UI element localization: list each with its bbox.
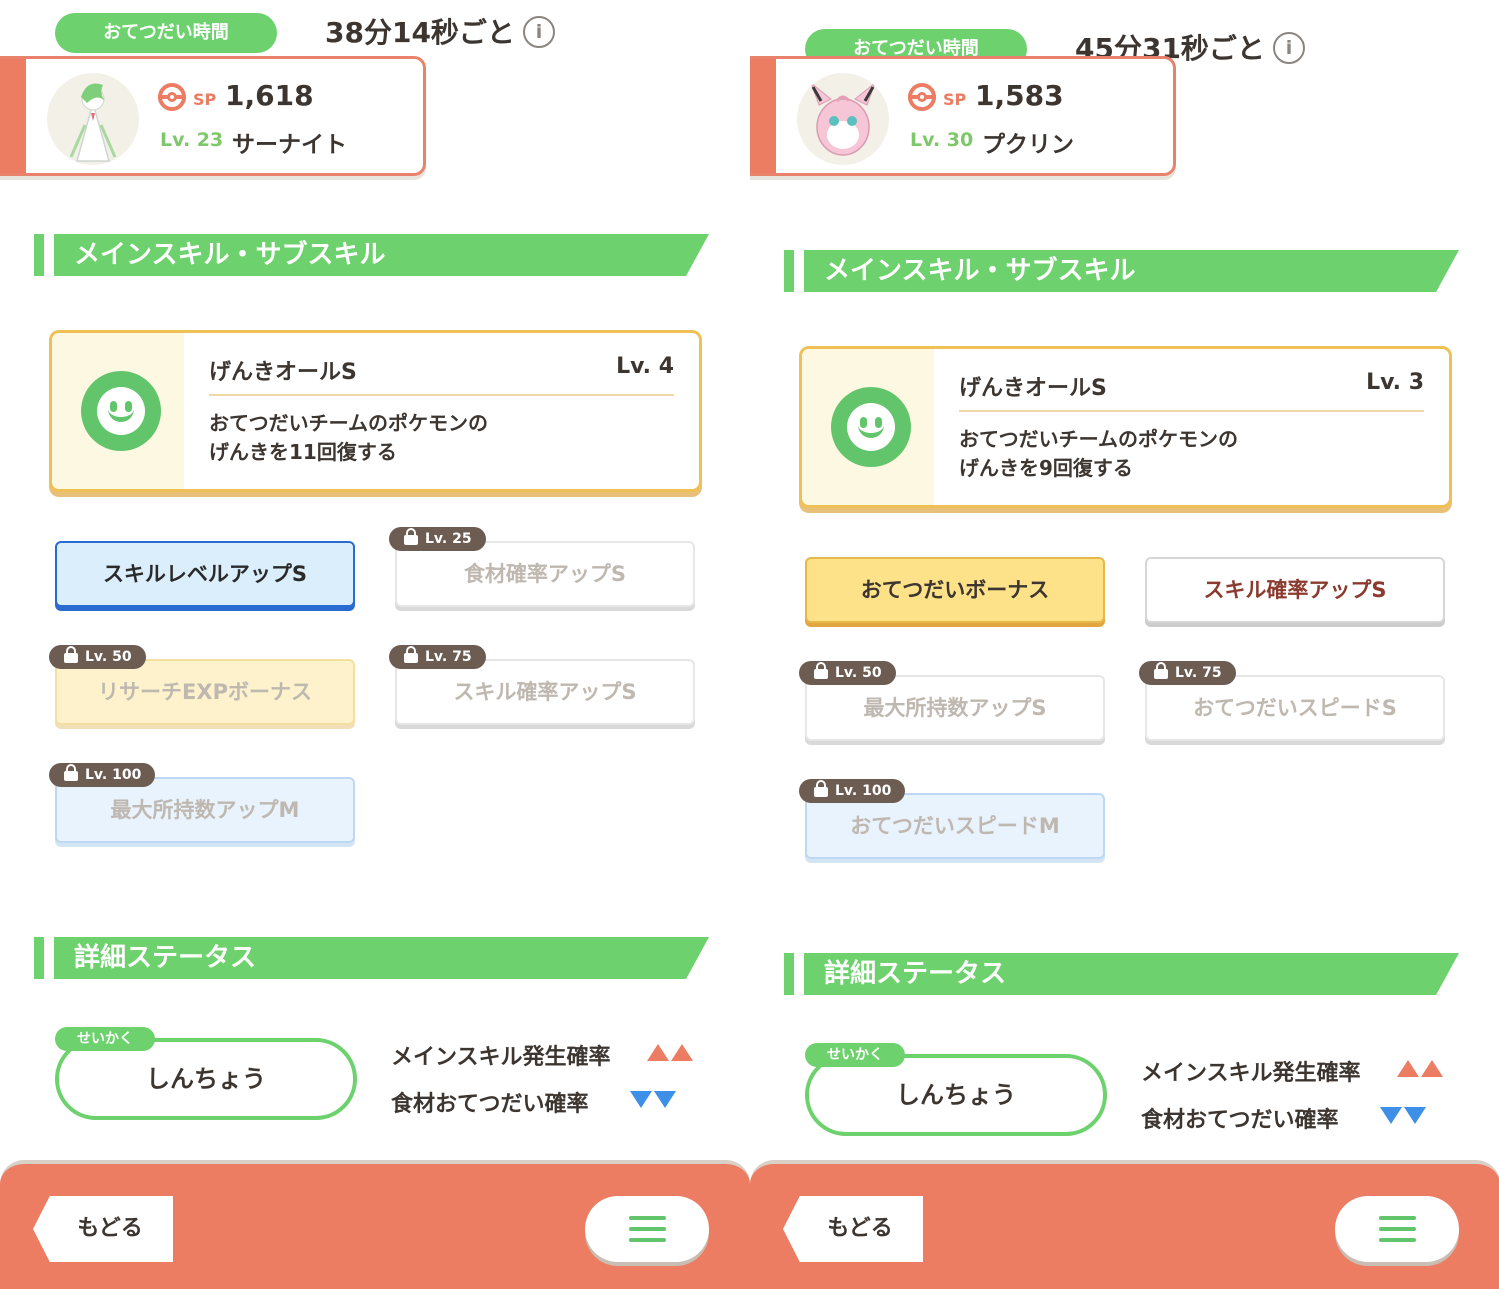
- stat-down-label: 食材おてつだい確率: [1141, 1108, 1339, 1133]
- section-title-status: 詳細ステータス: [54, 937, 709, 979]
- skill-icon-area: [52, 333, 184, 489]
- info-icon[interactable]: i: [1273, 32, 1305, 64]
- lock-badge: Lv. 25: [389, 527, 486, 551]
- lock-icon: [64, 646, 78, 663]
- pokemon-avatar: [47, 73, 139, 165]
- lock-icon: [404, 528, 418, 545]
- lock-badge: Lv. 50: [799, 661, 896, 685]
- section-title-skills: メインスキル・サブスキル: [804, 250, 1459, 292]
- subskill-button[interactable]: スキルレベルアップS: [55, 541, 355, 607]
- lock-badge: Lv. 100: [49, 763, 156, 787]
- nature-tag: せいかく: [805, 1043, 905, 1067]
- section-marker: [784, 250, 794, 292]
- lock-level: Lv. 50: [85, 649, 132, 665]
- lock-badge: Lv. 75: [1139, 661, 1236, 685]
- sp-label: SP: [193, 90, 217, 109]
- back-button[interactable]: もどる: [33, 1196, 173, 1262]
- triangle-down-icon: [630, 1091, 652, 1108]
- menu-button[interactable]: [585, 1196, 709, 1262]
- pokemon-card[interactable]: SP 1,618 Lv. 23 サーナイト: [0, 56, 426, 176]
- divider: [209, 394, 674, 396]
- stat-up-label: メインスキル発生確率: [391, 1045, 611, 1070]
- main-skill-desc-line2: げんきを9回復する: [959, 456, 1133, 480]
- smile-icon: [81, 371, 161, 451]
- lock-icon: [404, 646, 418, 663]
- nature-tag: せいかく: [55, 1027, 155, 1051]
- sp-value: 1,583: [975, 79, 1064, 112]
- triangle-down-icon: [1404, 1107, 1426, 1124]
- sp-ball-icon: [908, 83, 936, 111]
- triangle-down-icon: [1380, 1107, 1402, 1124]
- main-skill-desc-line2: げんきを11回復する: [209, 440, 397, 464]
- main-skill-name: げんきオールS: [959, 376, 1107, 401]
- back-button[interactable]: もどる: [783, 1196, 923, 1262]
- main-skill-card[interactable]: げんきオールS Lv. 4 おてつだいチームのポケモンの げんきを11回復する: [49, 330, 702, 492]
- triangle-up-icon: [647, 1044, 669, 1061]
- help-time-value: 38分14秒ごと: [325, 16, 515, 49]
- pokemon-level: Lv. 30: [910, 129, 974, 151]
- lock-level: Lv. 100: [835, 783, 892, 799]
- section-marker: [34, 937, 44, 979]
- card-stripe: [750, 59, 776, 173]
- lock-level: Lv. 75: [425, 649, 472, 665]
- info-icon[interactable]: i: [523, 16, 555, 48]
- sp-ball-icon: [158, 83, 186, 111]
- sp-label: SP: [943, 90, 967, 109]
- section-marker: [784, 953, 794, 995]
- triangle-up-icon: [1397, 1060, 1419, 1077]
- main-skill-level: Lv. 4: [616, 354, 674, 379]
- gardevoir-sprite-icon: [69, 83, 117, 162]
- triangle-down-icon: [654, 1091, 676, 1108]
- main-skill-level: Lv. 3: [1366, 370, 1424, 395]
- section-title-status: 詳細ステータス: [804, 953, 1459, 995]
- triangle-up-icon: [671, 1044, 693, 1061]
- lock-icon: [64, 764, 78, 781]
- pokemon-card[interactable]: SP 1,583 Lv. 30 プクリン: [750, 56, 1176, 176]
- main-skill-desc-line1: おてつだいチームのポケモンの: [209, 411, 488, 435]
- pokemon-detail-panel-left: おてつだい時間 38分14秒ごと i SP 1,618 Lv. 23 サーナイト…: [0, 0, 750, 1289]
- main-skill-description: おてつだいチームのポケモンの げんきを11回復する: [209, 409, 649, 467]
- sp-value: 1,618: [225, 79, 314, 112]
- lock-icon: [814, 662, 828, 679]
- stat-down-label: 食材おてつだい確率: [391, 1092, 589, 1117]
- lock-badge: Lv. 100: [799, 779, 906, 803]
- divider: [959, 410, 1424, 412]
- smile-icon: [831, 387, 911, 467]
- lock-icon: [814, 780, 828, 797]
- lock-icon: [1154, 662, 1168, 679]
- main-skill-name: げんきオールS: [209, 360, 357, 385]
- pokemon-avatar: [797, 73, 889, 165]
- section-title-skills: メインスキル・サブスキル: [54, 234, 709, 276]
- pokemon-level: Lv. 23: [160, 129, 224, 151]
- triangle-up-icon: [1421, 1060, 1443, 1077]
- lock-level: Lv. 50: [835, 665, 882, 681]
- wigglytuff-sprite-icon: [809, 81, 877, 156]
- help-time-label: おてつだい時間: [55, 13, 277, 53]
- pokemon-name: プクリン: [982, 132, 1074, 158]
- main-skill-card[interactable]: げんきオールS Lv. 3 おてつだいチームのポケモンの げんきを9回復する: [799, 346, 1452, 508]
- main-skill-description: おてつだいチームのポケモンの げんきを9回復する: [959, 425, 1399, 483]
- pokemon-name: サーナイト: [232, 132, 347, 158]
- menu-button[interactable]: [1335, 1196, 1459, 1262]
- section-marker: [34, 234, 44, 276]
- lock-level: Lv. 75: [1175, 665, 1222, 681]
- pokemon-detail-panel-right: おてつだい時間 45分31秒ごと i SP 1,583 Lv. 30 プクリン …: [750, 0, 1499, 1289]
- card-stripe: [0, 59, 26, 173]
- lock-level: Lv. 100: [85, 767, 142, 783]
- subskill-button[interactable]: スキル確率アップS: [1145, 557, 1445, 623]
- subskill-button[interactable]: おてつだいボーナス: [805, 557, 1105, 623]
- lock-badge: Lv. 50: [49, 645, 146, 669]
- lock-level: Lv. 25: [425, 531, 472, 547]
- lock-badge: Lv. 75: [389, 645, 486, 669]
- stat-up-label: メインスキル発生確率: [1141, 1061, 1361, 1086]
- skill-icon-area: [802, 349, 934, 505]
- main-skill-desc-line1: おてつだいチームのポケモンの: [959, 427, 1238, 451]
